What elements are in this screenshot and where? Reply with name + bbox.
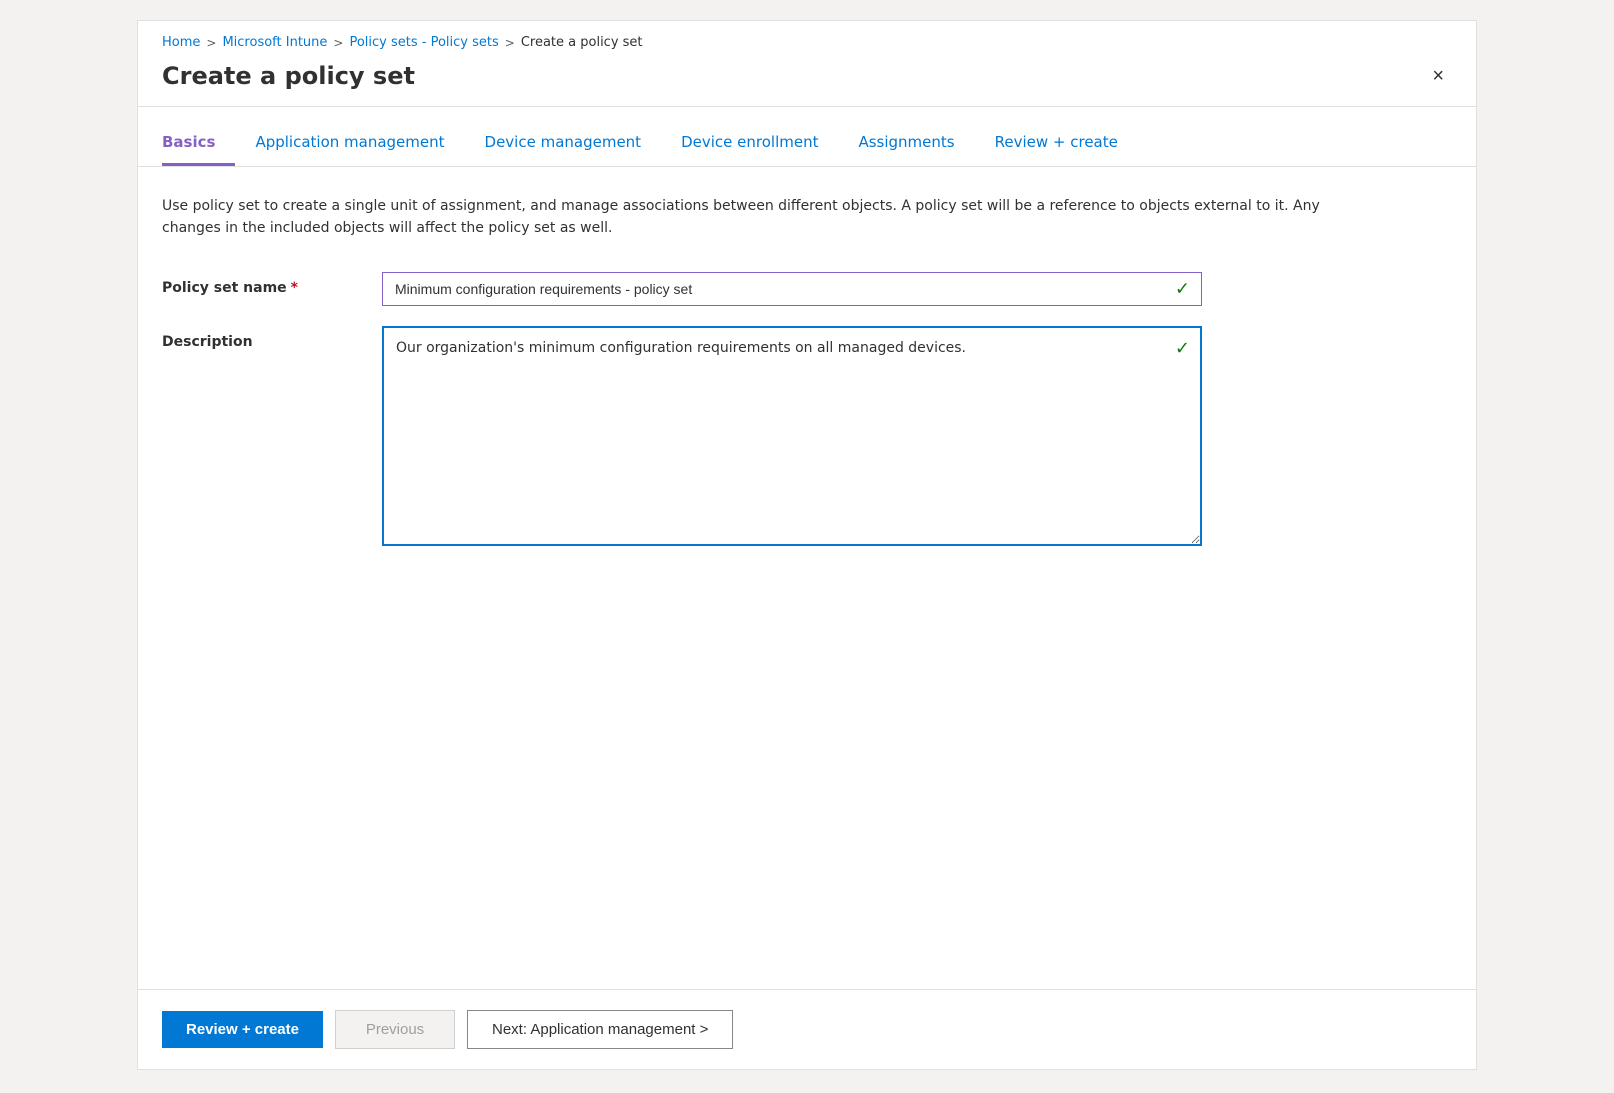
required-indicator: * [291, 280, 298, 296]
create-policy-set-panel: Home > Microsoft Intune > Policy sets - … [137, 20, 1477, 1070]
tab-device-enrollment[interactable]: Device enrollment [661, 123, 838, 166]
previous-button: Previous [335, 1010, 455, 1049]
policy-set-name-row: Policy set name * ✓ [162, 272, 1452, 306]
tab-application-management[interactable]: Application management [235, 123, 464, 166]
tab-assignments[interactable]: Assignments [838, 123, 974, 166]
review-create-button[interactable]: Review + create [162, 1011, 323, 1048]
intro-description: Use policy set to create a single unit o… [162, 195, 1362, 240]
page-title: Create a policy set [162, 62, 415, 90]
breadcrumb-intune[interactable]: Microsoft Intune [222, 35, 327, 50]
tab-nav: Basics Application management Device man… [138, 123, 1476, 167]
description-row: Description ✓ [162, 326, 1452, 550]
next-button[interactable]: Next: Application management > [467, 1010, 733, 1049]
tab-basics[interactable]: Basics [162, 123, 235, 166]
description-textarea[interactable] [382, 326, 1202, 546]
policy-set-name-input[interactable] [382, 272, 1202, 306]
tab-review-create[interactable]: Review + create [975, 123, 1138, 166]
breadcrumb-sep-3: > [505, 36, 515, 50]
form-content: Use policy set to create a single unit o… [138, 167, 1476, 989]
footer: Review + create Previous Next: Applicati… [138, 989, 1476, 1069]
breadcrumb-sep-2: > [333, 36, 343, 50]
description-label: Description [162, 326, 382, 350]
close-button[interactable]: × [1424, 62, 1452, 90]
breadcrumb: Home > Microsoft Intune > Policy sets - … [138, 21, 1476, 58]
breadcrumb-home[interactable]: Home [162, 35, 200, 50]
breadcrumb-policy-sets[interactable]: Policy sets - Policy sets [349, 35, 498, 50]
policy-set-name-valid-icon: ✓ [1175, 278, 1190, 299]
policy-set-name-field-wrap: ✓ [382, 272, 1202, 306]
breadcrumb-sep-1: > [206, 36, 216, 50]
tab-device-management[interactable]: Device management [465, 123, 662, 166]
description-field-wrap: ✓ [382, 326, 1202, 550]
policy-set-name-label: Policy set name * [162, 272, 382, 296]
description-valid-icon: ✓ [1175, 338, 1190, 359]
breadcrumb-current: Create a policy set [521, 35, 643, 50]
panel-header: Create a policy set × [138, 58, 1476, 107]
